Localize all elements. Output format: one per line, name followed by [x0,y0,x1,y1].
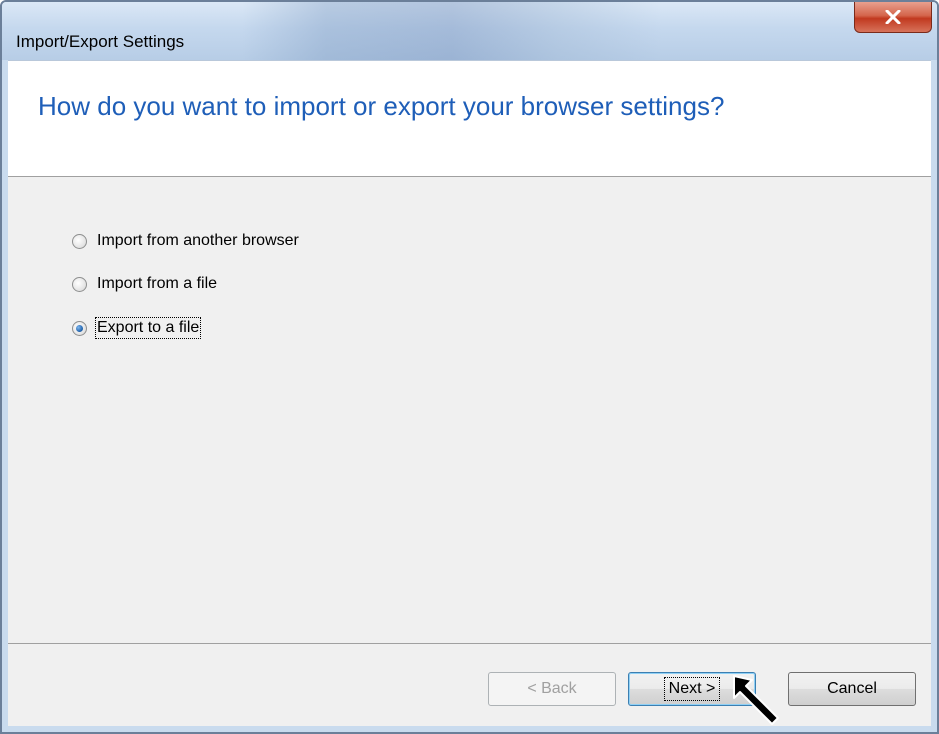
import-export-dialog: Import/Export Settings How do you want t… [0,0,939,734]
close-button[interactable] [854,2,932,33]
dialog-header: How do you want to import or export your… [8,60,931,177]
option-label: Import from a file [97,275,218,292]
back-button-label: < Back [527,680,577,697]
options-panel: Import from another browser Import from … [8,177,931,643]
title-bar[interactable]: Import/Export Settings [2,2,937,60]
option-export-to-file[interactable]: Export to a file [72,317,202,339]
title-bar-background [242,2,662,60]
dialog-heading: How do you want to import or export your… [38,91,725,121]
close-icon [885,10,901,24]
option-label: Import from another browser [97,232,299,249]
cancel-button-label: Cancel [827,680,877,697]
radio-import-from-file[interactable] [72,276,87,292]
dialog-footer: < Back Next > Cancel [8,644,931,726]
next-button-label: Next > [663,677,721,701]
option-label: Export to a file [94,317,202,339]
mouse-pointer-icon [733,675,779,725]
radio-export-to-file[interactable] [72,320,87,336]
option-import-from-file[interactable]: Import from a file [72,275,217,293]
option-import-from-browser[interactable]: Import from another browser [72,232,299,250]
radio-import-from-browser[interactable] [72,233,87,249]
back-button[interactable]: < Back [488,672,616,706]
cancel-button[interactable]: Cancel [788,672,916,706]
window-title: Import/Export Settings [16,32,185,51]
